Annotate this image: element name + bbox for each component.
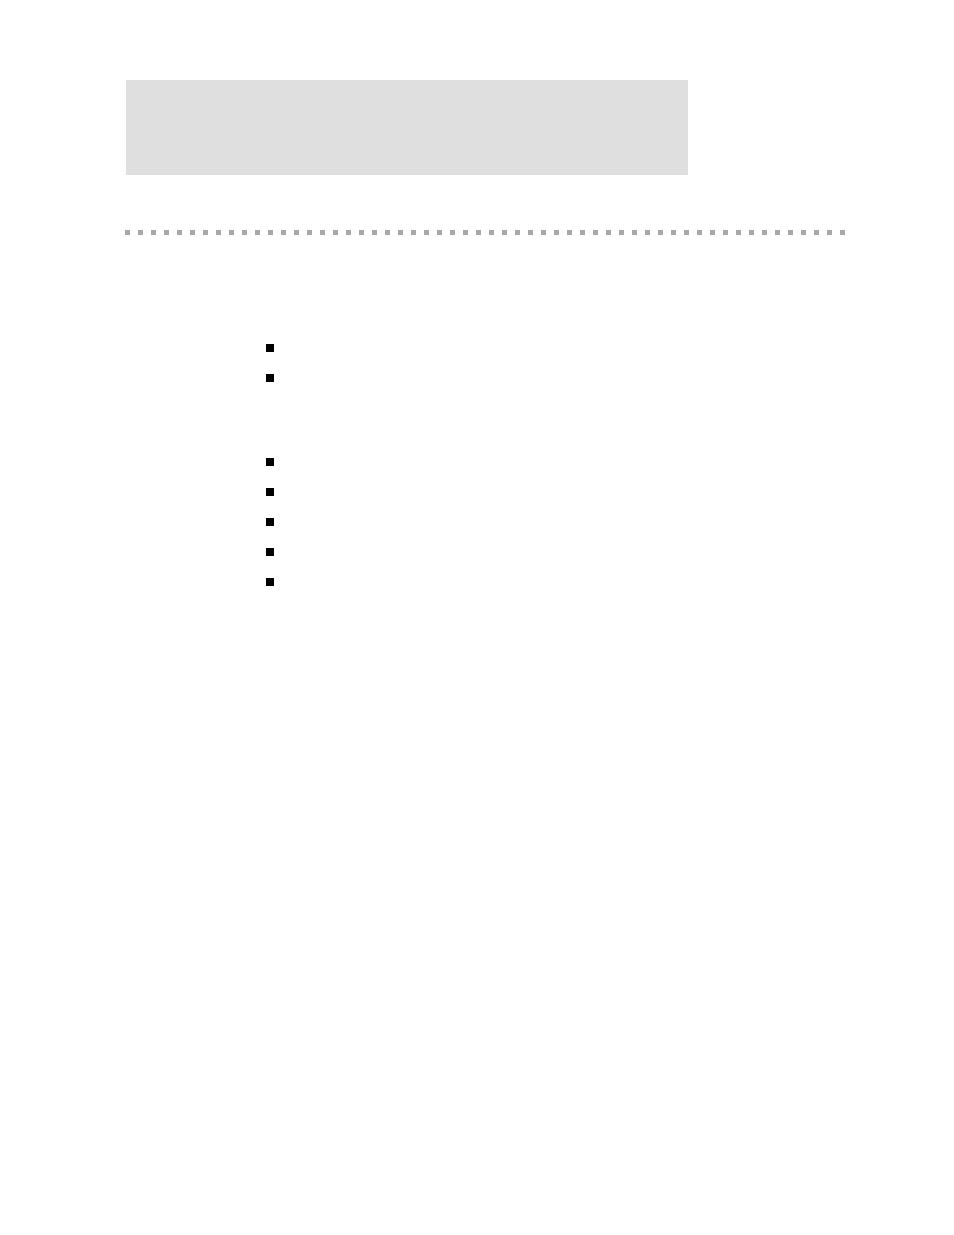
list-bullet: [266, 458, 274, 466]
list-bullet: [266, 518, 274, 526]
dotted-divider: [125, 230, 849, 236]
bullet-lists: [266, 344, 274, 608]
gray-header-box: [126, 80, 688, 175]
list-bullet: [266, 488, 274, 496]
list-bullet: [266, 578, 274, 586]
list-bullet: [266, 548, 274, 556]
list-bullet: [266, 374, 274, 382]
list-bullet: [266, 344, 274, 352]
